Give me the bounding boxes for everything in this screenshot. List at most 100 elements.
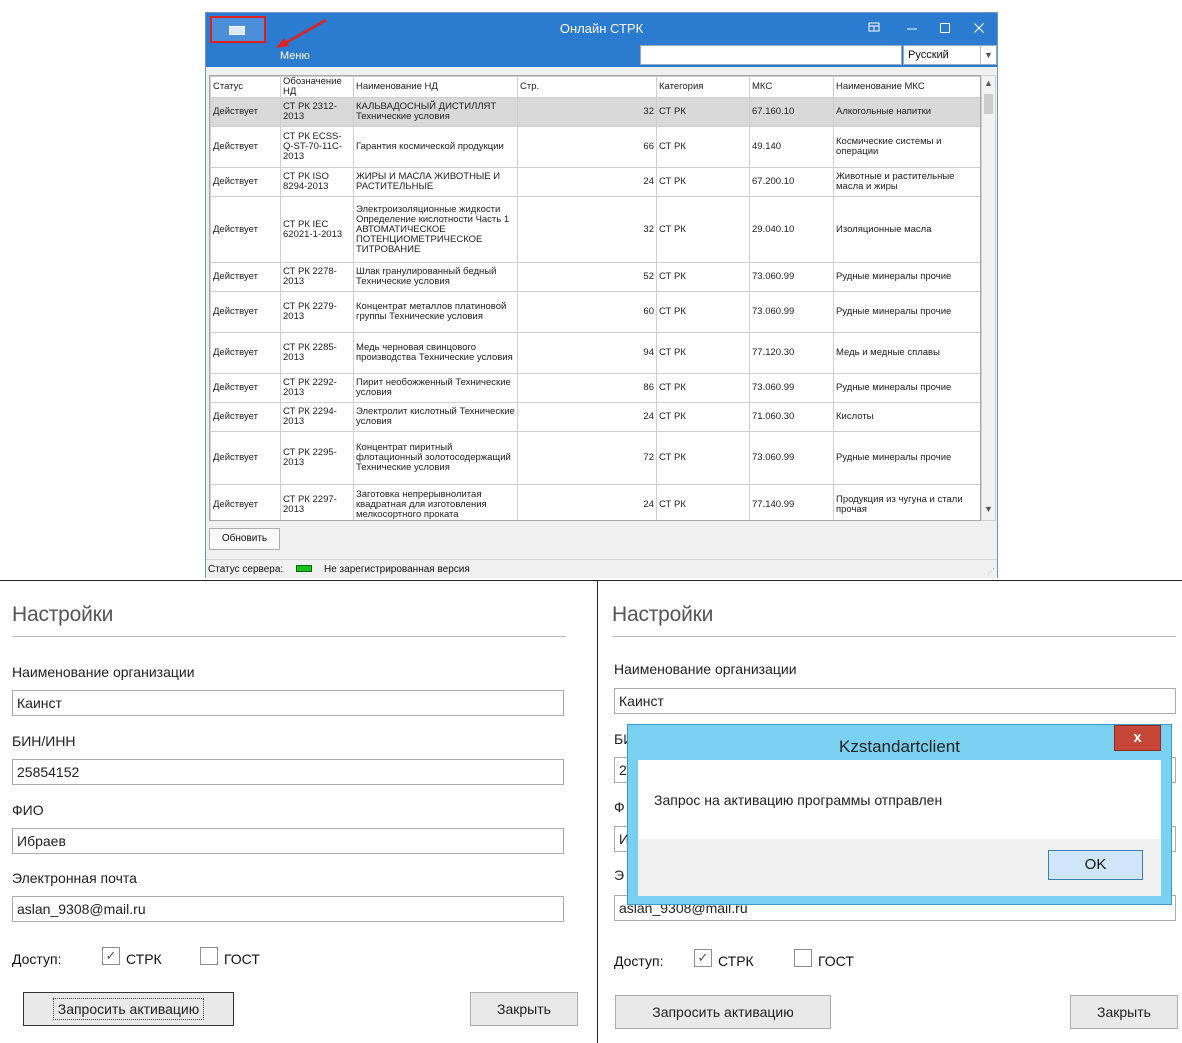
settings-panel-left: Настройки Наименование организации Каинс… (0, 581, 585, 1043)
red-arrow-annotation (276, 18, 327, 48)
table-row[interactable]: Действует СТ РК 2278-2013 Шлак гранулиро… (210, 262, 980, 292)
search-input[interactable] (640, 45, 902, 65)
language-select[interactable]: Русский ▼ (903, 45, 997, 65)
cell-category: СТ РК (656, 373, 750, 403)
cell-code: СТ РК 2312-2013 (280, 97, 354, 127)
request-activation-button[interactable]: Запросить активацию (615, 995, 831, 1029)
scroll-down-icon[interactable]: ▼ (982, 504, 995, 518)
column-header-status[interactable]: Статус (210, 76, 281, 98)
strk-checkbox[interactable]: ✓ (102, 947, 120, 965)
table-row[interactable]: Действует СТ РК 2295-2013 Концентрат пир… (210, 431, 980, 485)
org-label: Наименование организации (12, 664, 195, 680)
cell-status: Действует (210, 484, 281, 520)
status-led-icon (296, 565, 312, 572)
page-title: Настройки (612, 603, 714, 626)
cell-status: Действует (210, 262, 281, 292)
cell-code: СТ РК ECSS-Q-ST-70-11C-2013 (280, 126, 354, 168)
standards-table: Статус Обозначение НД Наименование НД Ст… (209, 75, 981, 521)
cell-pages: 24 (517, 167, 657, 197)
cell-category: СТ РК (656, 167, 750, 197)
table-row[interactable]: Действует СТ РК 2297-2013 Заготовка непр… (210, 484, 980, 520)
cell-name: ЖИРЫ И МАСЛА ЖИВОТНЫЕ И РАСТИТЕЛЬНЫЕ (353, 167, 518, 197)
cell-mks-name: Животные и растительные масла и жиры (833, 167, 980, 197)
cell-status: Действует (210, 126, 281, 168)
cell-mks-name: Изоляционные масла (833, 196, 980, 263)
scroll-thumb[interactable] (984, 94, 993, 114)
table-row[interactable]: Действует СТ РК 2285-2013 Медь черновая … (210, 332, 980, 374)
maximize-button[interactable] (936, 19, 954, 37)
strk-checkbox[interactable]: ✓ (694, 949, 712, 967)
cell-code: СТ РК 2292-2013 (280, 373, 354, 403)
cell-mks-name: Рудные минералы прочие (833, 373, 980, 403)
org-input[interactable]: Каинст (12, 690, 564, 716)
cell-pages: 24 (517, 402, 657, 432)
cell-pages: 66 (517, 126, 657, 168)
close-settings-button[interactable]: Закрыть (1070, 995, 1178, 1029)
cell-pages: 32 (517, 97, 657, 127)
table-row[interactable]: Действует СТ РК 2312-2013 КАЛЬВАДОСНЫЙ Д… (210, 97, 980, 127)
table-row[interactable]: Действует СТ РК ISO 8294-2013 ЖИРЫ И МАС… (210, 167, 980, 197)
cell-name: Пирит необожженный Технические условия (353, 373, 518, 403)
cell-status: Действует (210, 332, 281, 374)
cell-category: СТ РК (656, 402, 750, 432)
fio-input[interactable]: Ибраев (12, 828, 564, 854)
gost-label: ГОСТ (818, 953, 854, 969)
cell-code: СТ РК ISO 8294-2013 (280, 167, 354, 197)
main-window: Онлайн СТРК Меню Русский ▼ Статус Обозна… (205, 12, 998, 578)
cell-status: Действует (210, 431, 281, 485)
menu-item-menu[interactable]: Меню (280, 50, 310, 62)
cell-status: Действует (210, 196, 281, 263)
dialog-title: Kzstandartclient (839, 737, 960, 756)
cell-category: СТ РК (656, 431, 750, 485)
cell-name: Концентрат металлов платиновой группы Те… (353, 291, 518, 333)
logo-icon (229, 26, 245, 35)
cell-name: Гарантия космической продукции (353, 126, 518, 168)
bin-input[interactable]: 25854152 (12, 759, 564, 785)
close-button[interactable] (970, 19, 988, 37)
gost-checkbox[interactable] (200, 947, 218, 965)
logo-button[interactable] (210, 16, 266, 43)
cell-mks-name: Кислоты (833, 402, 980, 432)
table-row[interactable]: Действует СТ РК ECSS-Q-ST-70-11C-2013 Га… (210, 126, 980, 168)
email-input[interactable]: aslan_9308@mail.ru (12, 896, 564, 922)
table-row[interactable]: Действует СТ РК 2279-2013 Концентрат мет… (210, 291, 980, 333)
cell-mks: 67.160.10 (749, 97, 834, 127)
close-settings-button[interactable]: Закрыть (470, 992, 578, 1026)
cell-code: СТ РК 2294-2013 (280, 402, 354, 432)
email-label: Электронная почта (12, 870, 137, 886)
column-header-mks-name[interactable]: Наименование МКС (833, 76, 980, 98)
cell-category: СТ РК (656, 196, 750, 263)
email-label: Э (614, 867, 625, 883)
chevron-down-icon: ▼ (980, 46, 996, 64)
cell-mks: 67.200.10 (749, 167, 834, 197)
restore-panel-icon[interactable] (865, 19, 883, 37)
table-row[interactable]: Действует СТ РК 2292-2013 Пирит необожже… (210, 373, 980, 403)
table-row[interactable]: Действует СТ РК IEC 62021-1-2013 Электро… (210, 196, 980, 263)
title-underline (612, 636, 1176, 637)
ok-button[interactable]: OK (1048, 850, 1143, 880)
column-header-pages[interactable]: Стр. (517, 76, 657, 98)
cell-category: СТ РК (656, 332, 750, 374)
cell-mks-name: Космические системы и операции (833, 126, 980, 168)
cell-code: СТ РК 2285-2013 (280, 332, 354, 374)
cell-category: СТ РК (656, 262, 750, 292)
org-input[interactable]: Каинст (614, 688, 1176, 714)
cell-name: Заготовка непрерывнолитая квадратная для… (353, 484, 518, 520)
column-header-mks[interactable]: МКС (749, 76, 834, 98)
column-header-name[interactable]: Наименование НД (353, 76, 518, 98)
table-row[interactable]: Действует СТ РК 2294-2013 Электролит кис… (210, 402, 980, 432)
column-header-code[interactable]: Обозначение НД (280, 76, 354, 98)
refresh-button[interactable]: Обновить (209, 528, 280, 550)
column-header-category[interactable]: Категория (656, 76, 750, 98)
dialog-close-button[interactable]: x (1114, 725, 1161, 751)
minimize-button[interactable] (903, 19, 921, 37)
cell-name: Электроизоляционные жидкости Определение… (353, 196, 518, 263)
vertical-scrollbar[interactable]: ▲ ▼ (981, 75, 996, 521)
cell-code: СТ РК 2278-2013 (280, 262, 354, 292)
request-activation-button[interactable]: Запросить активацию (23, 992, 234, 1026)
fio-label: ФИО (12, 802, 44, 818)
gost-checkbox[interactable] (794, 949, 812, 967)
scroll-up-icon[interactable]: ▲ (982, 78, 995, 92)
resize-grip-icon[interactable]: ⋰ (987, 567, 995, 576)
status-bar: Статус сервера: Не зарегистрированная ве… (206, 559, 997, 578)
